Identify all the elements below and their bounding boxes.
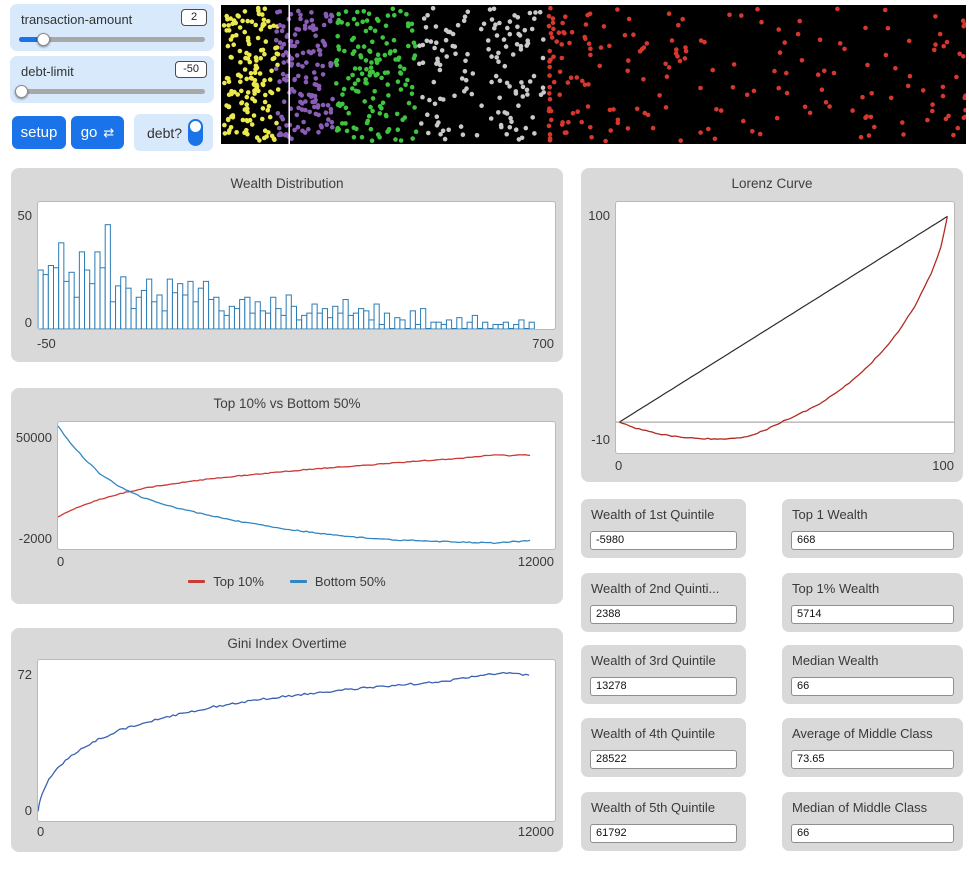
- monitor-label: Wealth of 3rd Quintile: [591, 653, 741, 668]
- monitor-value: 5714: [791, 605, 954, 624]
- top10-vs-bottom50-plot: [57, 421, 556, 550]
- repeat-icon: ⇄: [103, 125, 114, 141]
- slider-debt-limit-label: debt-limit: [21, 64, 74, 79]
- debt-switch-widget: debt?: [134, 114, 213, 151]
- monitor-wealth-3rd-quintile: Wealth of 3rd Quintile 13278: [581, 645, 746, 704]
- x-axis-max-label: 700: [532, 336, 554, 351]
- y-axis-min-label: -2000: [11, 531, 52, 546]
- monitor-label: Top 1% Wealth: [792, 581, 958, 596]
- legend-dash-bottom50: [290, 580, 307, 583]
- app-root: transaction-amount 2 debt-limit -50 setu…: [0, 0, 969, 874]
- lorenz-curve-plot: [615, 201, 955, 454]
- y-axis-max-label: 100: [581, 208, 610, 223]
- x-axis-max-label: 100: [932, 458, 954, 473]
- monitor-label: Wealth of 5th Quintile: [591, 800, 741, 815]
- go-button-label: go: [81, 124, 98, 141]
- x-axis-min-label: 0: [37, 824, 44, 839]
- x-axis-min-label: 0: [615, 458, 622, 473]
- monitor-label: Wealth of 4th Quintile: [591, 726, 741, 741]
- slider-debt-limit: debt-limit -50: [10, 56, 214, 103]
- monitor-value: 66: [791, 677, 954, 696]
- chart-panel-top10-vs-bottom50: Top 10% vs Bottom 50% 50000 -2000 0 1200…: [11, 388, 563, 604]
- slider-transaction-amount-track[interactable]: [19, 37, 205, 42]
- monitor-label: Wealth of 1st Quintile: [591, 507, 741, 522]
- world-view: [221, 5, 966, 144]
- monitor-wealth-2nd-quintile: Wealth of 2nd Quinti... 2388: [581, 573, 746, 632]
- y-axis-min-label: 0: [11, 803, 32, 818]
- monitor-value: 73.65: [791, 750, 954, 769]
- monitor-wealth-5th-quintile: Wealth of 5th Quintile 61792: [581, 792, 746, 851]
- chart-title: Gini Index Overtime: [11, 636, 563, 651]
- setup-button-label: setup: [21, 124, 58, 141]
- monitor-value: 13278: [590, 677, 737, 696]
- legend-item-bottom50: Bottom 50%: [290, 574, 386, 589]
- chart-panel-lorenz-curve: Lorenz Curve 100 -10 0 100: [581, 168, 963, 482]
- wealth-distribution-plot: [37, 201, 556, 330]
- monitor-value: 28522: [590, 750, 737, 769]
- slider-transaction-amount-thumb[interactable]: [37, 33, 50, 46]
- go-button[interactable]: go ⇄: [71, 116, 124, 149]
- slider-debt-limit-thumb[interactable]: [15, 85, 28, 98]
- y-axis-min-label: 0: [11, 315, 32, 330]
- monitor-label: Median Wealth: [792, 653, 958, 668]
- debt-toggle-knob: [190, 121, 201, 132]
- y-axis-max-label: 50: [11, 208, 32, 223]
- x-axis-max-label: 12000: [518, 554, 554, 569]
- debt-switch-label: debt?: [147, 125, 182, 141]
- slider-transaction-amount: transaction-amount 2: [10, 4, 214, 51]
- monitor-median-wealth: Median Wealth 66: [782, 645, 963, 704]
- x-axis-min-label: -50: [37, 336, 56, 351]
- y-axis-max-label: 50000: [11, 430, 52, 445]
- setup-button[interactable]: setup: [12, 116, 66, 149]
- chart-legend: Top 10% Bottom 50%: [11, 574, 563, 589]
- monitor-median-middle-class: Median of Middle Class 66: [782, 792, 963, 851]
- legend-label-bottom50: Bottom 50%: [315, 574, 386, 589]
- slider-debt-limit-track[interactable]: [19, 89, 205, 94]
- monitor-label: Top 1 Wealth: [792, 507, 958, 522]
- chart-title: Wealth Distribution: [11, 176, 563, 191]
- x-axis-min-label: 0: [57, 554, 64, 569]
- monitor-top-1-wealth: Top 1 Wealth 668: [782, 499, 963, 558]
- chart-title: Lorenz Curve: [581, 176, 963, 191]
- monitor-average-middle-class: Average of Middle Class 73.65: [782, 718, 963, 777]
- x-axis-max-label: 12000: [518, 824, 554, 839]
- monitor-value: 66: [791, 824, 954, 843]
- y-axis-max-label: 72: [11, 667, 32, 682]
- y-axis-min-label: -10: [581, 432, 610, 447]
- monitor-label: Median of Middle Class: [792, 800, 958, 815]
- monitor-value: -5980: [590, 531, 737, 550]
- monitor-wealth-4th-quintile: Wealth of 4th Quintile 28522: [581, 718, 746, 777]
- slider-transaction-amount-label: transaction-amount: [21, 12, 132, 27]
- legend-item-top10: Top 10%: [188, 574, 264, 589]
- legend-label-top10: Top 10%: [213, 574, 264, 589]
- slider-debt-limit-value[interactable]: -50: [175, 61, 207, 78]
- legend-dash-top10: [188, 580, 205, 583]
- debt-toggle[interactable]: [188, 119, 203, 146]
- slider-transaction-amount-value[interactable]: 2: [181, 9, 207, 26]
- gini-index-plot: [37, 659, 556, 822]
- monitor-value: 668: [791, 531, 954, 550]
- monitor-value: 61792: [590, 824, 737, 843]
- chart-title: Top 10% vs Bottom 50%: [11, 396, 563, 411]
- monitor-top-1pct-wealth: Top 1% Wealth 5714: [782, 573, 963, 632]
- monitor-wealth-1st-quintile: Wealth of 1st Quintile -5980: [581, 499, 746, 558]
- monitor-label: Wealth of 2nd Quinti...: [591, 581, 741, 596]
- monitor-value: 2388: [590, 605, 737, 624]
- chart-panel-gini-index: Gini Index Overtime 72 0 0 12000: [11, 628, 563, 852]
- chart-panel-wealth-distribution: Wealth Distribution 50 0 -50 700: [11, 168, 563, 362]
- monitor-label: Average of Middle Class: [792, 726, 958, 741]
